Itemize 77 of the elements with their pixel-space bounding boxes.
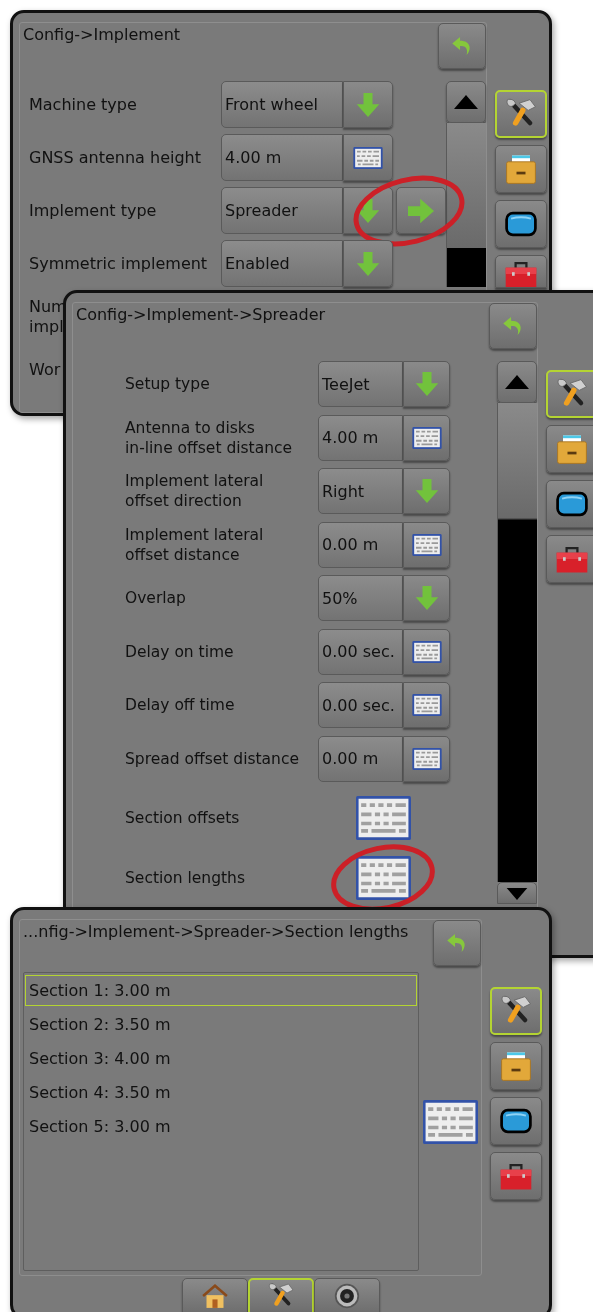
- back-button[interactable]: [489, 303, 538, 349]
- side-tab[interactable]: [495, 200, 547, 248]
- setting-label: Wor: [29, 359, 61, 380]
- side-tab[interactable]: [546, 425, 593, 473]
- dropdown-field[interactable]: TeeJet: [318, 361, 403, 407]
- list-item[interactable]: Section 5: 3.00 m: [25, 1111, 417, 1142]
- list-item[interactable]: Section 1: 3.00 m: [25, 975, 417, 1006]
- value-field[interactable]: 0.00 sec.: [318, 682, 403, 728]
- dropdown-button[interactable]: [343, 240, 393, 287]
- dropdown-button[interactable]: [343, 81, 393, 128]
- setting-label: GNSS antenna height: [29, 147, 202, 168]
- list-item[interactable]: Section 4: 3.50 m: [25, 1077, 417, 1108]
- up-triangle-icon: [454, 95, 478, 109]
- keyboard-icon: [411, 694, 442, 716]
- keyboard-icon: [411, 426, 442, 449]
- setting-label: Antenna to disks in-line offset distance: [125, 417, 294, 458]
- keyboard-icon: [353, 146, 383, 169]
- dropdown-field[interactable]: Enabled: [221, 240, 343, 287]
- dropdown-field[interactable]: Right: [318, 468, 403, 514]
- keyboard-icon: [411, 747, 442, 770]
- dropdown-button[interactable]: [403, 361, 450, 407]
- dropdown-field[interactable]: Spreader: [221, 187, 343, 234]
- side-tab[interactable]: [490, 1097, 543, 1145]
- keyboard-button[interactable]: [356, 855, 411, 900]
- bottom-tab[interactable]: [182, 1278, 248, 1312]
- keyboard-icon: [356, 796, 411, 840]
- value-field[interactable]: 4.00 m: [318, 414, 403, 461]
- keyboard-button[interactable]: [422, 1100, 478, 1144]
- setting-label: Spread offset distance: [125, 748, 300, 769]
- keyboard-button[interactable]: [403, 628, 450, 675]
- screen-title: Config->Implement: [23, 24, 181, 44]
- dropdown-button[interactable]: [403, 575, 450, 621]
- next-button[interactable]: [396, 187, 446, 234]
- list-item[interactable]: Section 3: 4.00 m: [25, 1043, 417, 1074]
- value-field[interactable]: 4.00 m: [221, 134, 343, 181]
- keyboard-icon: [356, 855, 411, 900]
- keyboard-icon: [422, 1100, 478, 1144]
- dropdown-field[interactable]: 50%: [318, 575, 403, 621]
- setting-label: Implement type: [29, 200, 158, 221]
- up-triangle-icon: [505, 375, 530, 389]
- scroll-down-button[interactable]: [497, 882, 538, 904]
- screen-title: Config->Implement->Spreader: [76, 304, 326, 324]
- bottom-tab[interactable]: [314, 1278, 380, 1312]
- side-tab[interactable]: [546, 480, 593, 528]
- setting-label: Delay off time: [125, 695, 236, 715]
- scroll-up-button[interactable]: [446, 81, 486, 123]
- keyboard-button[interactable]: [343, 134, 393, 181]
- list-item[interactable]: Section 2: 3.50 m: [25, 1009, 417, 1040]
- setting-label: Symmetric implement: [29, 253, 209, 274]
- setting-label: Setup type: [125, 374, 211, 394]
- scroll-up-button[interactable]: [497, 361, 538, 403]
- back-button[interactable]: [438, 23, 486, 69]
- screen-title: ...nfig->Implement->Spreader->Section lengths: [23, 921, 409, 941]
- keyboard-icon: [411, 533, 442, 556]
- value-field[interactable]: 0.00 m: [318, 521, 403, 568]
- side-tab[interactable]: [490, 1042, 543, 1090]
- setting-label: Section lengths: [125, 867, 246, 888]
- value-field[interactable]: 0.00 m: [318, 735, 403, 782]
- setting-label: Implement lateral offset distance: [125, 524, 265, 565]
- back-button[interactable]: [433, 920, 482, 966]
- setting-label: Machine type: [29, 94, 138, 115]
- keyboard-button[interactable]: [356, 796, 411, 840]
- setting-label: Implement lateral offset direction: [125, 471, 265, 511]
- down-triangle-icon: [505, 888, 530, 900]
- keyboard-button[interactable]: [403, 521, 450, 568]
- setting-label: Overlap: [125, 588, 187, 608]
- side-tab[interactable]: [495, 145, 547, 193]
- dropdown-button[interactable]: [403, 468, 450, 514]
- keyboard-button[interactable]: [403, 682, 450, 728]
- keyboard-button[interactable]: [403, 414, 450, 461]
- keyboard-button[interactable]: [403, 735, 450, 782]
- setting-label: Section offsets: [125, 808, 241, 828]
- value-field[interactable]: 0.00 sec.: [318, 628, 403, 675]
- keyboard-icon: [411, 640, 442, 663]
- setting-label: Delay on time: [125, 641, 235, 662]
- camera-icon: [334, 1283, 360, 1309]
- dropdown-field[interactable]: Front wheel: [221, 81, 343, 128]
